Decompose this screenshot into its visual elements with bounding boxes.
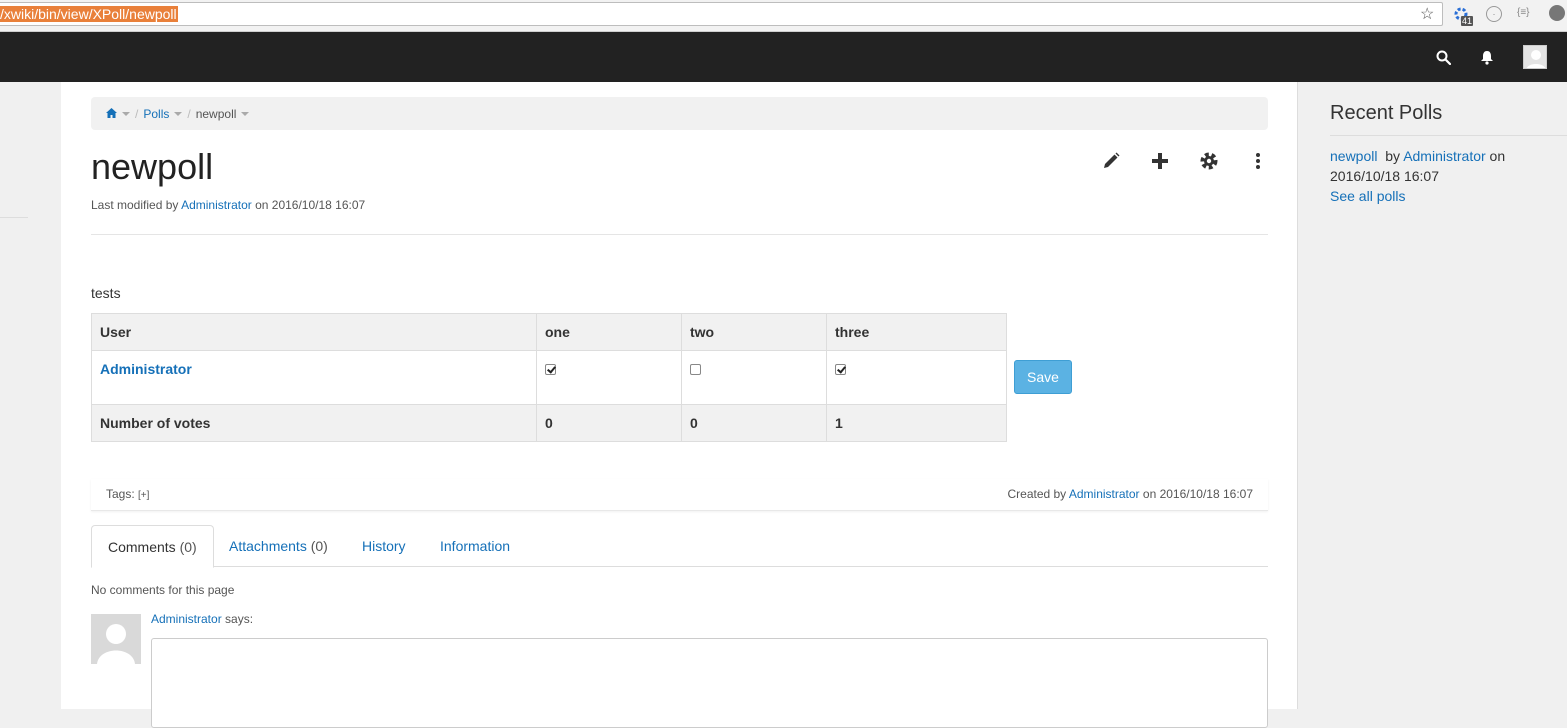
vote-checkbox-three[interactable] (835, 364, 846, 375)
tags-label: Tags: (106, 487, 135, 501)
tab-label: Information (440, 538, 511, 554)
save-button[interactable]: Save (1014, 360, 1072, 394)
pencil-icon[interactable] (1099, 149, 1123, 173)
vote-user-cell: Administrator (91, 350, 537, 405)
bookmark-star-icon[interactable]: ☆ (1420, 4, 1434, 24)
vote-cell (681, 350, 827, 405)
last-modified-label: Last modified by (91, 198, 179, 212)
tab-history[interactable]: History (346, 525, 422, 567)
main-content: / Polls / newpoll newpoll Last modified … (61, 82, 1298, 728)
search-icon[interactable] (1430, 32, 1456, 82)
created-date: on 2016/10/18 16:07 (1142, 487, 1253, 501)
chevron-down-icon[interactable] (241, 111, 250, 116)
column-header-one: one (536, 313, 682, 351)
divider (0, 217, 28, 218)
poll-table: User one two three Administrator Number … (91, 313, 1007, 442)
last-modified-author-link[interactable]: Administrator (181, 198, 252, 212)
breadcrumb: / Polls / newpoll (91, 97, 1268, 130)
comment-author-line: Administrator says: (151, 612, 253, 626)
created-author-link[interactable]: Administrator (1069, 487, 1140, 501)
recent-poll-date: 2016/10/18 16:07 (1330, 168, 1439, 184)
vote-count-three: 1 (826, 404, 1007, 442)
home-icon[interactable] (106, 107, 117, 121)
extension-circle-icon[interactable]: · (1486, 6, 1502, 22)
plus-icon[interactable] (1148, 149, 1172, 173)
recent-poll-author-link[interactable]: Administrator (1403, 148, 1485, 164)
comment-author-link[interactable]: Administrator (151, 612, 222, 626)
tab-comments[interactable]: Comments (0) (91, 525, 214, 568)
avatar (91, 614, 141, 664)
tab-information[interactable]: Information (424, 525, 526, 567)
recent-polls-list: newpoll by Administrator on 2016/10/18 1… (1330, 146, 1560, 206)
title-divider (91, 234, 1268, 235)
vote-user-link[interactable]: Administrator (100, 361, 192, 377)
page-title: newpoll (91, 146, 214, 187)
address-bar[interactable]: /xwiki/bin/view/XPoll/newpoll (0, 2, 1443, 26)
table-row: Number of votes 0 0 1 (91, 404, 1007, 442)
column-header-user: User (91, 313, 537, 351)
divider (1330, 135, 1567, 136)
left-panel (0, 82, 61, 709)
created-info: Created by Administrator on 2016/10/18 1… (1007, 487, 1253, 501)
vote-count-two: 0 (681, 404, 827, 442)
table-header-row: User one two three (91, 313, 1007, 351)
extension-badge: 41 (1461, 16, 1474, 26)
vote-checkbox-one[interactable] (545, 364, 556, 375)
tab-count: (0) (179, 539, 197, 555)
extension-json-icon[interactable]: {≡} (1517, 7, 1530, 18)
address-url[interactable]: /xwiki/bin/view/XPoll/newpoll (0, 6, 178, 22)
user-avatar-icon[interactable] (1522, 32, 1548, 82)
tab-count: (0) (310, 538, 328, 554)
created-label: Created by (1007, 487, 1067, 501)
chevron-down-icon[interactable] (174, 111, 183, 116)
table-row: Administrator (91, 350, 1007, 405)
tab-label: Attachments (229, 538, 307, 554)
bell-icon[interactable] (1476, 32, 1498, 82)
vote-checkbox-two[interactable] (690, 364, 701, 375)
see-all-polls-link[interactable]: See all polls (1330, 188, 1406, 204)
extension-gear-icon[interactable]: 41 (1453, 6, 1474, 26)
comment-says-label: says: (225, 612, 254, 626)
comment-textarea[interactable] (151, 638, 1268, 728)
recent-poll-by: by (1385, 148, 1401, 164)
poll-intro: tests (91, 285, 121, 301)
top-navbar (0, 32, 1567, 82)
breadcrumb-item-polls[interactable]: Polls (143, 107, 169, 121)
tab-label: History (362, 538, 406, 554)
vertical-dots-icon[interactable] (1246, 149, 1270, 173)
no-comments-message: No comments for this page (91, 583, 235, 597)
tags-section: Tags: [+] (106, 487, 149, 501)
recent-poll-on: on (1489, 148, 1506, 164)
chevron-down-icon[interactable] (122, 111, 130, 116)
gear-icon[interactable] (1197, 149, 1221, 173)
browser-toolbar: /xwiki/bin/view/XPoll/newpoll ☆ 41 · {≡} (0, 0, 1567, 32)
vote-count-one: 0 (536, 404, 682, 442)
tab-label: Comments (108, 539, 176, 555)
last-modified-date: on 2016/10/18 16:07 (255, 198, 366, 212)
vote-cell (536, 350, 682, 405)
column-header-two: two (681, 313, 827, 351)
vote-count-label: Number of votes (91, 404, 537, 442)
doc-extra-tabs: Comments (0) Attachments (0) History Inf… (91, 525, 1268, 568)
recent-polls-title: Recent Polls (1330, 102, 1443, 124)
recent-poll-link[interactable]: newpoll (1330, 148, 1377, 164)
last-modified-info: Last modified by Administrator on 2016/1… (91, 198, 365, 212)
tab-attachments[interactable]: Attachments (0) (213, 525, 344, 567)
document-footer: Tags: [+] Created by Administrator on 20… (91, 479, 1268, 511)
vote-cell (826, 350, 1007, 405)
breadcrumb-item-current: newpoll (195, 106, 237, 121)
add-tag-button[interactable]: [+] (138, 490, 149, 501)
column-header-three: three (826, 313, 1007, 351)
right-sidebar: Recent Polls newpoll by Administrator on… (1298, 82, 1567, 709)
extension-globe-icon[interactable] (1549, 5, 1565, 21)
